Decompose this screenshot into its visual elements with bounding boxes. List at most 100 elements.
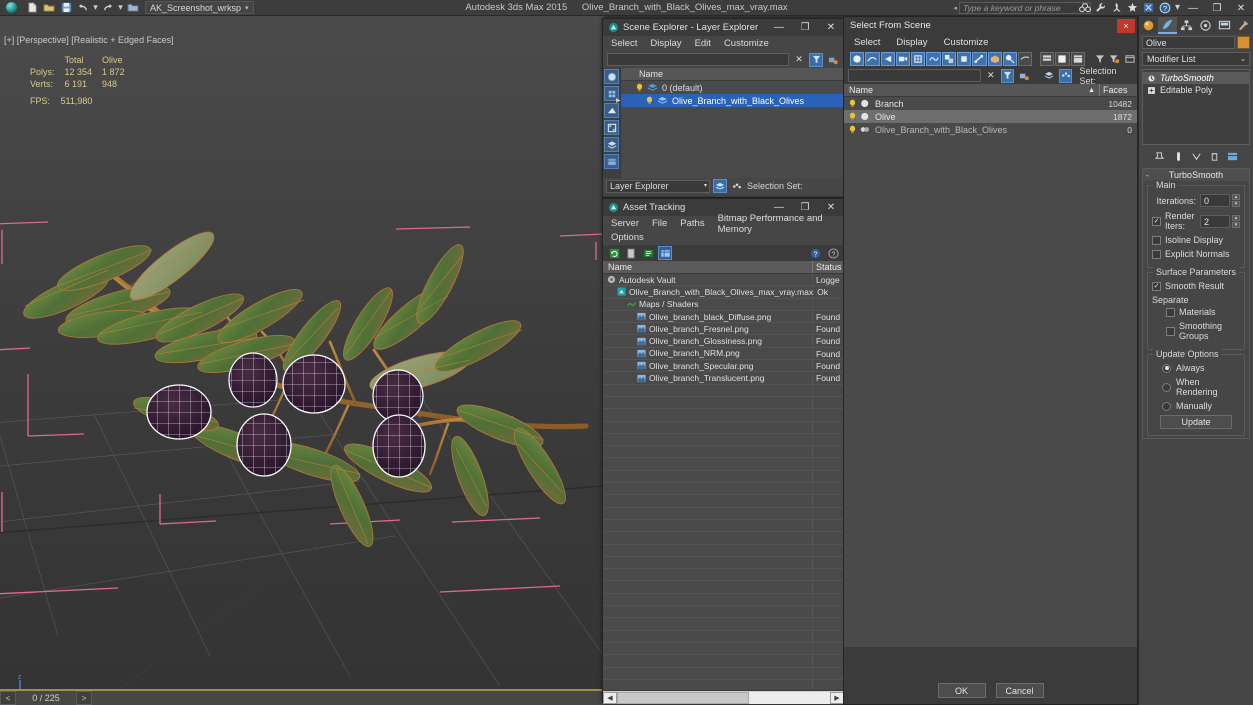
table-row[interactable] [603, 458, 844, 471]
table-row[interactable] [603, 519, 844, 533]
table-row[interactable]: Branch 10482 [844, 97, 1137, 110]
modifier-stack-item-turbosmooth[interactable]: TurboSmooth [1143, 72, 1249, 84]
perspective-viewport[interactable]: [+] [Perspective] [Realistic + Edged Fac… [0, 16, 604, 689]
table-row[interactable] [603, 606, 844, 619]
filter-icon[interactable] [1093, 52, 1107, 66]
table-row[interactable] [603, 618, 844, 631]
table-row[interactable] [603, 495, 844, 508]
lightbulb-icon[interactable] [635, 83, 644, 93]
se-menu-edit[interactable]: Edit [695, 38, 711, 49]
table-row[interactable] [603, 630, 844, 643]
table-row[interactable] [603, 556, 844, 570]
hierarchy-tab-icon[interactable] [1177, 17, 1196, 34]
at-col-status[interactable]: Status [812, 261, 844, 273]
groups-filter-icon[interactable] [941, 51, 956, 66]
modifier-stack-item-editable-poly[interactable]: Editable Poly [1143, 84, 1249, 96]
filter-clear-icon[interactable] [1108, 52, 1122, 66]
table-row[interactable] [603, 667, 844, 680]
update-always-radio[interactable] [1162, 363, 1171, 373]
binoculars-icon[interactable] [1078, 1, 1091, 14]
table-row[interactable]: Olive_branch_Fresnel.png Found [603, 323, 844, 336]
object-color-swatch[interactable] [1237, 36, 1250, 49]
create-tab-icon[interactable] [1139, 17, 1158, 34]
geometry-filter-icon[interactable] [850, 51, 865, 66]
refresh-icon[interactable] [607, 246, 621, 260]
save-file-icon[interactable] [58, 1, 74, 15]
modifier-stack[interactable]: TurboSmooth Editable Poly [1142, 69, 1250, 145]
iterations-input[interactable]: 0 [1200, 194, 1230, 207]
sfs-col-name[interactable]: Name [844, 84, 1088, 96]
layers-icon[interactable] [1042, 69, 1056, 83]
sfs-menu-display[interactable]: Display [896, 37, 927, 48]
selection-sync-icon[interactable] [826, 53, 840, 67]
workspace-selector[interactable]: AK_Screenshot_wrksp ▾ [145, 1, 254, 14]
selection-set-icon[interactable] [1058, 68, 1073, 83]
filter-toggle-icon[interactable] [1000, 68, 1015, 83]
scroll-track[interactable] [617, 691, 830, 704]
list-icon[interactable] [641, 246, 655, 260]
scene-explorer-close[interactable]: ✕ [818, 19, 844, 36]
lightbulb-icon[interactable] [849, 125, 856, 134]
scroll-thumb[interactable] [617, 691, 750, 704]
scene-explorer-column-name[interactable]: Name [621, 68, 844, 81]
bones-filter-icon[interactable] [972, 51, 987, 66]
explorer-toggle-icon[interactable] [604, 154, 619, 169]
se-menu-select[interactable]: Select [611, 38, 637, 49]
show-end-result-icon[interactable] [1171, 149, 1185, 163]
scene-explorer-row-default[interactable]: 0 (default) [621, 81, 844, 94]
expand-arrow-icon[interactable]: ▶ [616, 97, 624, 104]
at-menu-options[interactable]: Options [611, 232, 644, 243]
cancel-button[interactable]: Cancel [995, 683, 1044, 698]
object-name-field[interactable]: Olive [1142, 36, 1235, 49]
asset-tracking-hscrollbar[interactable]: ◀ ▶ [603, 690, 844, 704]
smooth-result-checkbox[interactable]: ✓ [1152, 281, 1161, 291]
table-row[interactable] [603, 470, 844, 484]
at-menu-server[interactable]: Server [611, 218, 639, 229]
table-row[interactable]: Olive_branch_Glossiness.png Found [603, 335, 844, 348]
explicit-normals-checkbox[interactable] [1152, 249, 1161, 259]
table-row[interactable] [603, 446, 844, 459]
table-row[interactable] [603, 569, 844, 582]
scene-explorer-maximize[interactable]: ❐ [792, 19, 818, 36]
open-file-icon[interactable] [41, 1, 57, 15]
star-icon[interactable] [1126, 1, 1139, 14]
columns-icon[interactable] [1123, 52, 1137, 66]
table-row[interactable] [603, 642, 844, 656]
layer-toggle-icon[interactable] [604, 137, 619, 152]
none-filter-icon[interactable] [1018, 51, 1033, 66]
update-button[interactable]: Update [1160, 415, 1232, 429]
at-menu-file[interactable]: File [652, 218, 667, 229]
sfs-menu-select[interactable]: Select [854, 37, 880, 48]
help-blue-icon[interactable]: ? [808, 246, 822, 260]
current-frame-label[interactable]: 0 / 225 [16, 693, 76, 703]
update-manually-row[interactable]: Manually [1152, 401, 1240, 411]
table-row[interactable]: Maps / Shaders [603, 298, 844, 311]
viewport-label[interactable]: [+] [Perspective] [Realistic + Edged Fac… [4, 35, 174, 45]
select-from-scene-list[interactable]: Branch 10482 Olive 1872 Olive_Branch_with_Bl… [844, 97, 1137, 647]
wrench-icon[interactable] [1094, 1, 1107, 14]
clear-filter-icon[interactable]: ✕ [792, 53, 806, 67]
isoline-display-checkbox[interactable] [1152, 235, 1161, 245]
prev-frame-button[interactable]: < [0, 691, 16, 705]
table-row[interactable]: Olive_Branch_with_Black_Olives_max_vray.… [603, 286, 844, 299]
undo-icon[interactable] [75, 1, 91, 15]
search-input[interactable]: Type a keyword or phrase [959, 2, 1091, 14]
3dsmax-logo-icon[interactable] [0, 0, 22, 16]
flat-list-icon[interactable] [1070, 51, 1085, 66]
cameras-filter-icon[interactable] [895, 51, 911, 66]
table-icon[interactable] [658, 246, 672, 260]
table-row[interactable] [603, 532, 844, 545]
spacewarps-filter-icon[interactable] [926, 51, 941, 66]
lightbulb-icon[interactable] [645, 96, 654, 106]
smoothing-groups-checkbox[interactable] [1166, 326, 1175, 336]
explicit-normals-row[interactable]: Explicit Normals [1152, 249, 1240, 259]
collapse-all-icon[interactable] [1055, 51, 1070, 66]
table-row[interactable]: Olive_branch_Translucent.png Found [603, 372, 844, 385]
smooth-result-row[interactable]: ✓ Smooth Result [1152, 281, 1240, 291]
containers-filter-icon[interactable] [987, 51, 1002, 66]
base-object-icon[interactable] [1147, 86, 1156, 95]
box-toggle-icon[interactable] [604, 120, 619, 135]
update-manually-radio[interactable] [1162, 401, 1171, 411]
table-row[interactable]: Olive_branch_black_Diffuse.png Found [603, 310, 844, 324]
table-row[interactable]: Autodesk Vault Logge [603, 274, 844, 287]
